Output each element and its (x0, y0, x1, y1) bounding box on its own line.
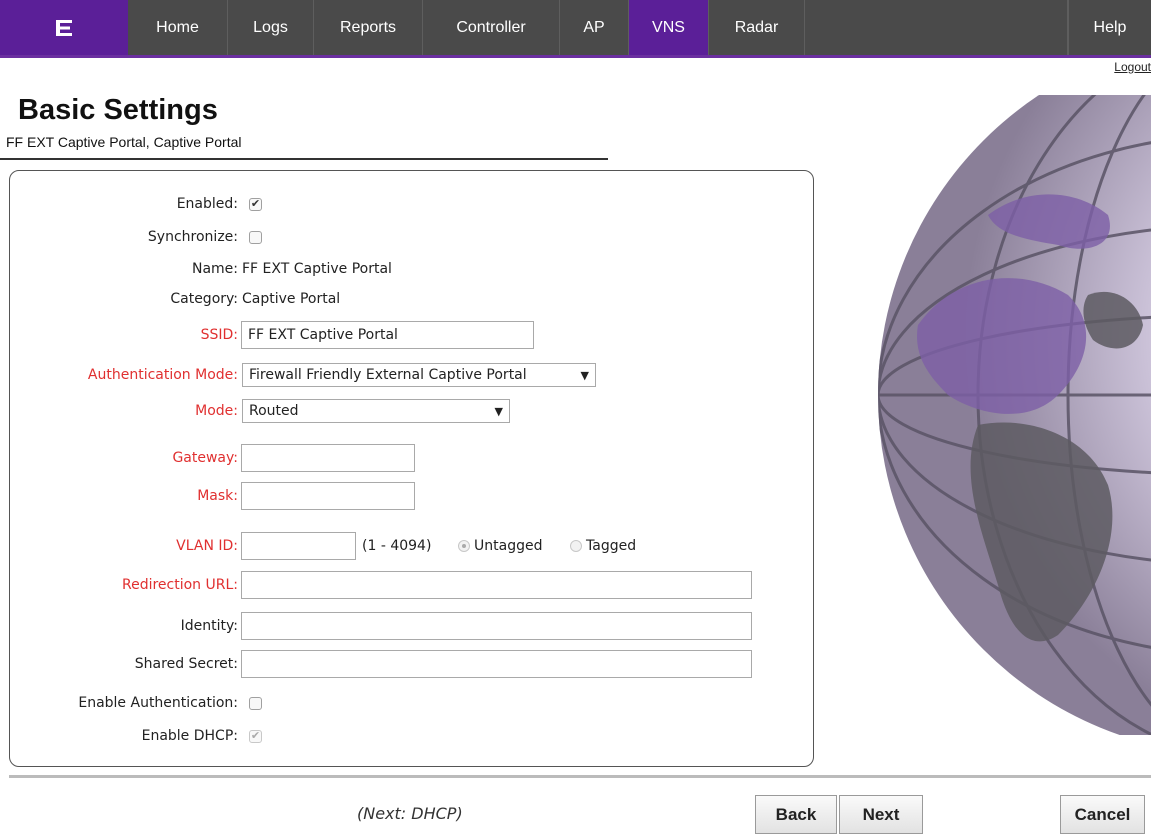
nav-vns[interactable]: VNS (629, 0, 709, 55)
mask-row: Mask: (10, 482, 815, 510)
vlan-range: (1 - 4094) (362, 538, 432, 554)
identity-row: Identity: (10, 612, 815, 640)
nav-logs[interactable]: Logs (228, 0, 314, 55)
redirection-url-input[interactable] (241, 571, 752, 599)
mode-row: Mode: Routed ▼ (10, 399, 815, 423)
page-title: Basic Settings (18, 94, 218, 126)
mode-label: Mode: (195, 403, 238, 419)
mask-label: Mask: (197, 488, 238, 504)
tagged-radio[interactable] (570, 540, 582, 552)
redirection-url-label: Redirection URL: (121, 577, 238, 593)
vlan-untagged-option[interactable]: Untagged (458, 538, 542, 554)
tagged-label: Tagged (586, 538, 637, 554)
enabled-row: Enabled: ✔ (10, 192, 815, 216)
untagged-label: Untagged (474, 538, 543, 554)
enable-dhcp-row: Enable DHCP: ✔ (10, 724, 815, 748)
shared-secret-row: Shared Secret: (10, 650, 815, 678)
synchronize-label: Synchronize: (147, 229, 238, 245)
enable-dhcp-checkbox: ✔ (249, 729, 262, 743)
enable-auth-row: Enable Authentication: (10, 691, 815, 715)
enable-dhcp-label: Enable DHCP: (141, 728, 238, 744)
auth-mode-select[interactable]: Firewall Friendly External Captive Porta… (242, 363, 596, 387)
nav-ap[interactable]: AP (560, 0, 629, 55)
gateway-input[interactable] (241, 444, 415, 472)
nav-help[interactable]: Help (1068, 0, 1151, 55)
nav-radar[interactable]: Radar (709, 0, 805, 55)
ssid-row: SSID: FF EXT Captive Portal (10, 321, 815, 349)
name-row: Name: FF EXT Captive Portal (10, 257, 815, 281)
mode-select[interactable]: Routed ▼ (242, 399, 510, 423)
name-label: Name: (191, 261, 238, 277)
nav-controller[interactable]: Controller (423, 0, 560, 55)
name-value: FF EXT Captive Portal (242, 261, 392, 277)
globe-image (878, 95, 1151, 735)
shared-secret-input[interactable] (241, 650, 752, 678)
logout-link[interactable]: Logout (1114, 60, 1151, 74)
nav-reports[interactable]: Reports (314, 0, 423, 55)
gateway-row: Gateway: (10, 444, 815, 472)
nav-home[interactable]: Home (128, 0, 228, 55)
redirection-url-row: Redirection URL: (10, 571, 815, 599)
cancel-button[interactable]: Cancel (1060, 795, 1145, 834)
shared-secret-label: Shared Secret: (134, 656, 238, 672)
enabled-checkbox[interactable]: ✔ (249, 197, 262, 211)
identity-label: Identity: (180, 618, 238, 634)
untagged-radio[interactable] (458, 540, 470, 552)
gateway-label: Gateway: (172, 450, 238, 466)
enabled-label: Enabled: (176, 196, 238, 212)
auth-mode-value: Firewall Friendly External Captive Porta… (249, 367, 527, 383)
category-value: Captive Portal (242, 291, 341, 307)
extreme-logo[interactable] (0, 0, 128, 55)
footer-divider (9, 775, 1151, 778)
auth-mode-row: Authentication Mode: Firewall Friendly E… (10, 363, 815, 387)
next-step-hint: (Next: DHCP) (357, 804, 463, 823)
mask-input[interactable] (241, 482, 415, 510)
category-row: Category: Captive Portal (10, 287, 815, 311)
back-button[interactable]: Back (755, 795, 837, 834)
synchronize-row: Synchronize: (10, 225, 815, 249)
vlan-id-input[interactable] (241, 532, 356, 560)
synchronize-checkbox[interactable] (249, 230, 262, 244)
chevron-down-icon: ▼ (494, 404, 503, 418)
vlan-tagged-option[interactable]: Tagged (570, 538, 636, 554)
nav-spacer (805, 0, 1068, 55)
category-label: Category: (170, 291, 238, 307)
auth-mode-label: Authentication Mode: (87, 367, 238, 383)
ssid-input[interactable]: FF EXT Captive Portal (241, 321, 534, 349)
identity-input[interactable] (241, 612, 752, 640)
basic-settings-form: Enabled: ✔ Synchronize: Name: FF EXT Cap… (9, 170, 814, 767)
enable-auth-label: Enable Authentication: (78, 695, 238, 711)
ssid-label: SSID: (200, 327, 238, 343)
chevron-down-icon: ▼ (580, 368, 589, 382)
vlan-label: VLAN ID: (176, 538, 238, 554)
enable-auth-checkbox[interactable] (249, 696, 262, 710)
mode-value: Routed (249, 403, 299, 419)
title-divider (0, 158, 608, 160)
vlan-row: VLAN ID: (1 - 4094) Untagged Tagged (10, 532, 815, 560)
top-nav-bar: Home Logs Reports Controller AP VNS Rada… (0, 0, 1151, 58)
page-subtitle: FF EXT Captive Portal, Captive Portal (6, 134, 242, 150)
next-button[interactable]: Next (839, 795, 923, 834)
logo-icon (56, 19, 72, 36)
